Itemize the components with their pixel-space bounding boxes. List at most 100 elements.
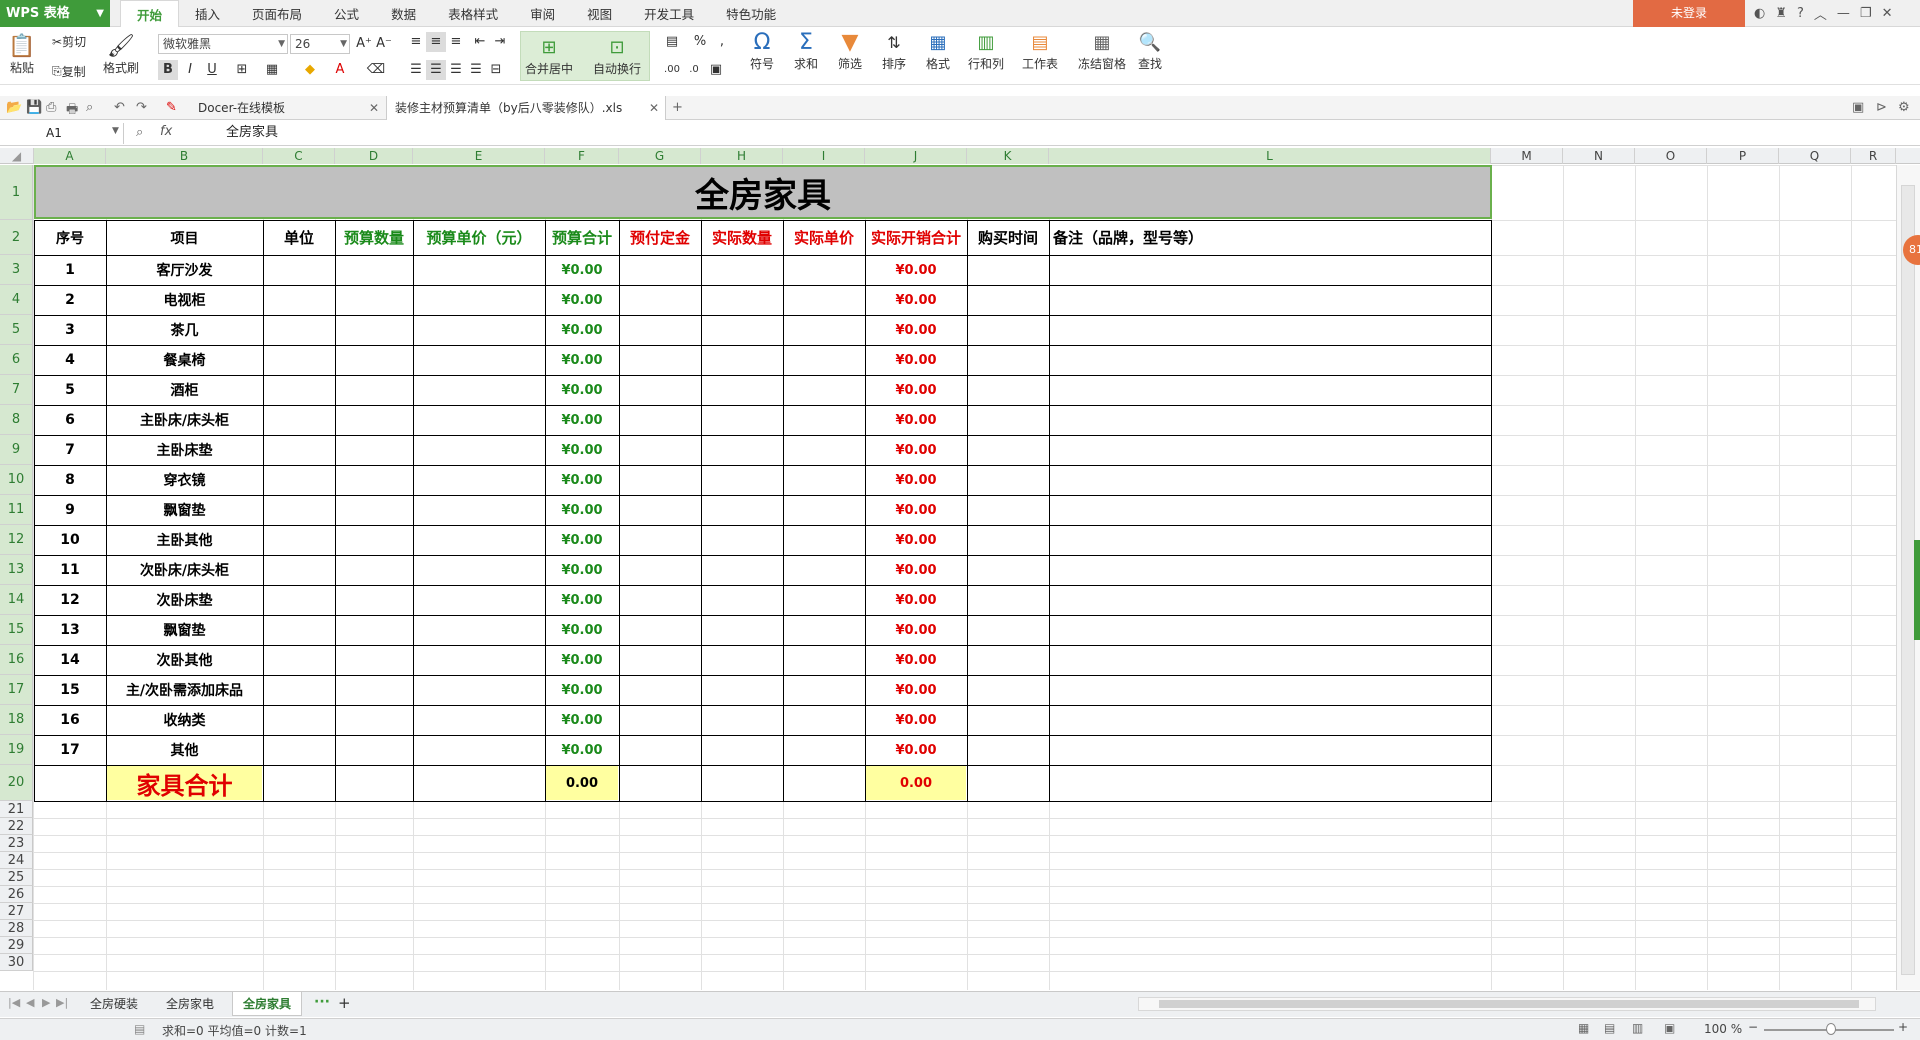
horizontal-scrollbar[interactable]	[1138, 997, 1876, 1011]
decrease-font-icon[interactable]: A⁻	[374, 34, 394, 54]
header-cell[interactable]: 实际单价	[783, 220, 865, 255]
budget-total-cell[interactable]: ¥0.00	[545, 705, 619, 735]
open-icon[interactable]: 📂	[6, 100, 22, 115]
row-header[interactable]: 9	[0, 435, 33, 465]
item-name-cell[interactable]: 收纳类	[106, 705, 263, 735]
tab-table-style[interactable]: 表格样式	[432, 0, 514, 27]
justify-icon[interactable]: ☰	[466, 60, 486, 80]
column-header[interactable]: E	[413, 148, 545, 164]
align-top-icon[interactable]: ≡	[406, 32, 426, 52]
actual-total-cell[interactable]: ¥0.00	[865, 315, 967, 345]
column-header[interactable]: R	[1851, 148, 1896, 164]
actual-total-cell[interactable]: ¥0.00	[865, 465, 967, 495]
scroll-thumb[interactable]	[1901, 185, 1915, 975]
row-header[interactable]: 17	[0, 675, 33, 705]
align-bottom-icon[interactable]: ≡	[446, 32, 466, 52]
budget-total-cell[interactable]: ¥0.00	[545, 345, 619, 375]
last-sheet-icon[interactable]: ▶|	[56, 996, 68, 1009]
budget-total-cell[interactable]: ¥0.00	[545, 285, 619, 315]
fill-style-icon[interactable]: ▦	[262, 60, 282, 80]
tab-features[interactable]: 特色功能	[710, 0, 792, 27]
row-number-cell[interactable]: 6	[34, 405, 106, 435]
actual-total-cell[interactable]: ¥0.00	[865, 615, 967, 645]
doc-tab-workbook[interactable]: 装修主材预算清单（by后八零装修队）.xls ✕	[386, 96, 666, 120]
row-header[interactable]: 1	[0, 165, 33, 220]
thousands-icon[interactable]: ,	[712, 32, 732, 52]
row-number-cell[interactable]: 13	[34, 615, 106, 645]
item-name-cell[interactable]: 餐桌椅	[106, 345, 263, 375]
save-icon[interactable]: 💾	[26, 100, 42, 115]
symbol-button[interactable]: Ω 符号	[748, 29, 776, 72]
row-header[interactable]: 21	[0, 801, 33, 818]
bold-button[interactable]: B	[158, 60, 178, 80]
column-header[interactable]: G	[619, 148, 701, 164]
align-center-icon[interactable]: ☰	[426, 60, 446, 80]
prev-sheet-icon[interactable]: ◀	[26, 996, 34, 1009]
actual-total-cell[interactable]: ¥0.00	[865, 255, 967, 285]
zoom-icon[interactable]: ⌕	[136, 125, 143, 140]
row-header[interactable]: 5	[0, 315, 33, 345]
collapse-ribbon-icon[interactable]: ︿	[1814, 4, 1827, 23]
row-number-cell[interactable]: 5	[34, 375, 106, 405]
close-icon[interactable]: ✕	[369, 96, 379, 120]
item-name-cell[interactable]: 次卧床/床头柜	[106, 555, 263, 585]
row-header[interactable]: 16	[0, 645, 33, 675]
paste-button[interactable]: 📋 粘贴	[8, 33, 36, 76]
merge-center-button[interactable]: ⊞ 合并居中	[525, 34, 573, 77]
budget-total-cell[interactable]: ¥0.00	[545, 645, 619, 675]
column-header[interactable]: P	[1707, 148, 1779, 164]
zoom-level[interactable]: 100 %	[1704, 1022, 1742, 1036]
row-header[interactable]: 25	[0, 869, 33, 886]
percent-icon[interactable]: %	[690, 32, 710, 52]
column-header[interactable]: I	[783, 148, 865, 164]
total-actual-cell[interactable]: 0.00	[866, 766, 966, 800]
header-cell[interactable]: 预算单价（元）	[413, 220, 545, 255]
budget-total-cell[interactable]: ¥0.00	[545, 435, 619, 465]
actual-total-cell[interactable]: ¥0.00	[865, 495, 967, 525]
item-name-cell[interactable]: 主卧床垫	[106, 435, 263, 465]
header-cell[interactable]: 预算数量	[335, 220, 413, 255]
italic-button[interactable]: I	[180, 60, 200, 80]
column-header[interactable]: A	[34, 148, 106, 164]
row-number-cell[interactable]: 2	[34, 285, 106, 315]
row-number-cell[interactable]: 10	[34, 525, 106, 555]
underline-button[interactable]: U	[202, 60, 222, 80]
column-header[interactable]: O	[1635, 148, 1707, 164]
item-name-cell[interactable]: 飘窗垫	[106, 615, 263, 645]
budget-total-cell[interactable]: ¥0.00	[545, 735, 619, 765]
item-name-cell[interactable]: 次卧其他	[106, 645, 263, 675]
align-right-icon[interactable]: ☰	[446, 60, 466, 80]
tab-data[interactable]: 数据	[375, 0, 432, 27]
fill-color-icon[interactable]: ◆	[300, 60, 320, 80]
indent-decrease-icon[interactable]: ⇤	[470, 32, 490, 52]
row-header[interactable]: 10	[0, 465, 33, 495]
budget-total-cell[interactable]: ¥0.00	[545, 675, 619, 705]
row-header[interactable]: 30	[0, 954, 33, 971]
row-header[interactable]: 11	[0, 495, 33, 525]
header-cell[interactable]: 购买时间	[967, 220, 1049, 255]
row-header[interactable]: 26	[0, 886, 33, 903]
row-number-cell[interactable]: 3	[34, 315, 106, 345]
total-label-cell[interactable]: 家具合计	[107, 766, 262, 800]
actual-total-cell[interactable]: ¥0.00	[865, 345, 967, 375]
decrease-decimal-icon[interactable]: .0	[684, 60, 704, 80]
actual-total-cell[interactable]: ¥0.00	[865, 285, 967, 315]
format-button[interactable]: ▦ 格式	[924, 29, 952, 72]
row-number-cell[interactable]: 1	[34, 255, 106, 285]
row-header[interactable]: 6	[0, 345, 33, 375]
item-name-cell[interactable]: 主卧其他	[106, 525, 263, 555]
row-header[interactable]: 3	[0, 255, 33, 285]
row-header[interactable]: 13	[0, 555, 33, 585]
pdf-icon[interactable]: ⎙	[46, 100, 56, 115]
budget-total-cell[interactable]: ¥0.00	[545, 615, 619, 645]
close-icon[interactable]: ✕	[649, 96, 659, 120]
row-header[interactable]: 12	[0, 525, 33, 555]
tab-view[interactable]: 视图	[571, 0, 628, 27]
row-number-cell[interactable]: 4	[34, 345, 106, 375]
tab-developer[interactable]: 开发工具	[628, 0, 710, 27]
close-icon[interactable]: ✕	[1882, 6, 1893, 21]
font-name-select[interactable]: 微软雅黑 ▼	[158, 34, 288, 54]
next-sheet-icon[interactable]: ▶	[42, 996, 50, 1009]
header-cell[interactable]: 备注（品牌，型号等）	[1049, 220, 1491, 255]
sheet-tab-active[interactable]: 全房家具	[232, 992, 303, 1016]
